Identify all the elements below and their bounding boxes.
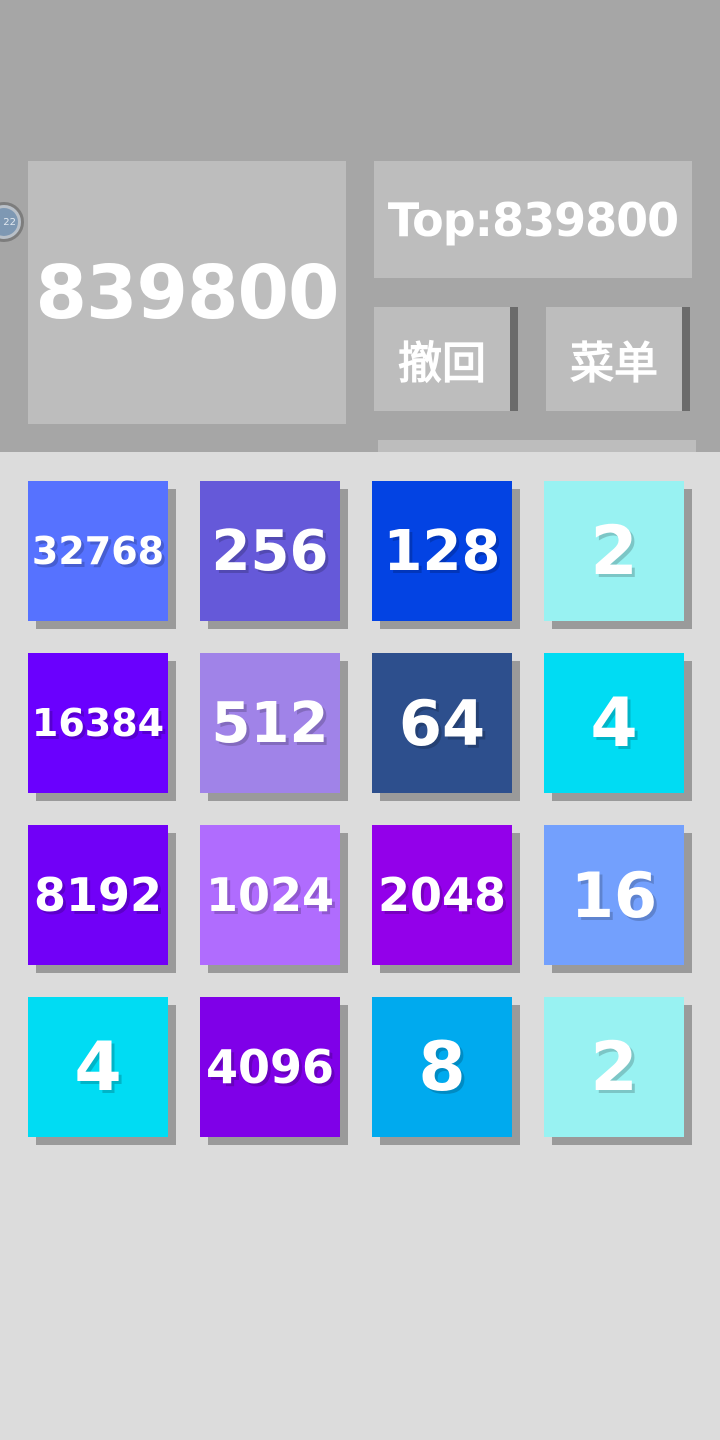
tile: 4096 bbox=[200, 997, 340, 1137]
floating-badge-icon[interactable]: 22 bbox=[0, 202, 24, 242]
best-score-panel: Top:839800 bbox=[374, 161, 692, 278]
badge-counter: 22 bbox=[0, 208, 18, 236]
tile-value: 2 bbox=[590, 511, 638, 591]
current-score: 839800 bbox=[35, 249, 340, 336]
tile: 8192 bbox=[28, 825, 168, 965]
tile: 2 bbox=[544, 481, 684, 621]
tile-value: 256 bbox=[211, 518, 329, 584]
menu-button[interactable]: 菜单 bbox=[546, 307, 682, 411]
tile-value: 2 bbox=[590, 1027, 638, 1107]
best-score: Top:839800 bbox=[387, 192, 679, 247]
tile: 2048 bbox=[372, 825, 512, 965]
game-board[interactable]: 32768 256 128 2 16384 512 64 4 8192 1024 2048 16 4 40… bbox=[0, 452, 720, 1440]
tile: 16384 bbox=[28, 653, 168, 793]
tile: 32768 bbox=[28, 481, 168, 621]
tile-value: 32768 bbox=[31, 529, 165, 573]
tile-value: 16 bbox=[570, 858, 658, 932]
tile: 16 bbox=[544, 825, 684, 965]
tile-value: 16384 bbox=[31, 701, 165, 745]
tile-value: 1024 bbox=[205, 868, 335, 922]
tile-value: 2048 bbox=[377, 868, 507, 922]
game-header: 22 839800 Top:839800 撤回 菜单 bbox=[0, 0, 720, 452]
tile-value: 64 bbox=[398, 686, 486, 760]
tile: 64 bbox=[372, 653, 512, 793]
tile: 4 bbox=[28, 997, 168, 1137]
tile-value: 512 bbox=[211, 690, 329, 756]
tile: 2 bbox=[544, 997, 684, 1137]
undo-button[interactable]: 撤回 bbox=[374, 307, 510, 411]
tile: 4 bbox=[544, 653, 684, 793]
current-score-panel: 839800 bbox=[28, 161, 346, 424]
tile-value: 4096 bbox=[205, 1040, 335, 1094]
tile-value: 8192 bbox=[33, 868, 163, 922]
tile-value: 4 bbox=[74, 1027, 122, 1107]
tile: 1024 bbox=[200, 825, 340, 965]
tile-value: 8 bbox=[418, 1027, 466, 1107]
tile: 512 bbox=[200, 653, 340, 793]
tile-value: 128 bbox=[383, 518, 501, 584]
tile-value: 4 bbox=[590, 683, 638, 763]
tile: 256 bbox=[200, 481, 340, 621]
header-strip bbox=[378, 440, 696, 452]
tile: 128 bbox=[372, 481, 512, 621]
tile: 8 bbox=[372, 997, 512, 1137]
